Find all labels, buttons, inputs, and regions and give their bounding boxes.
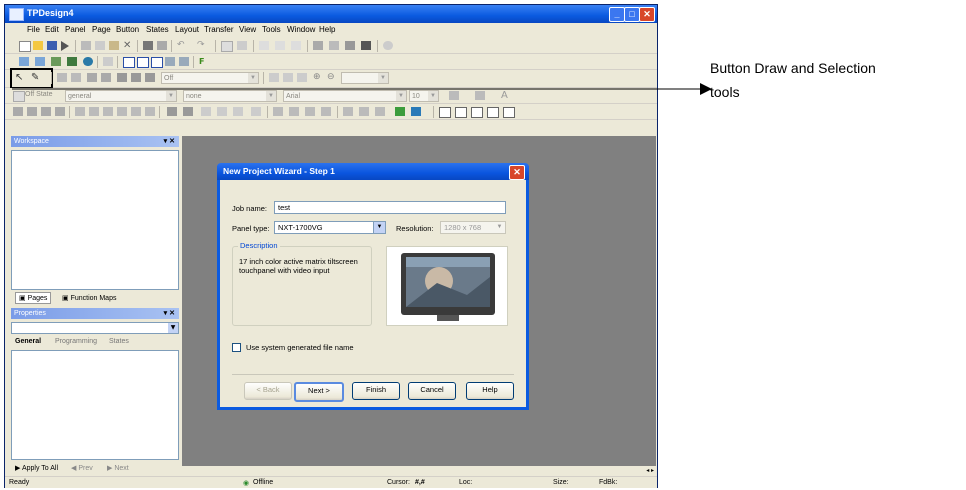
callout-line-1: Button Draw and Selection xyxy=(710,60,876,76)
callout-text: Button Draw and Selection tools xyxy=(710,56,876,104)
callout-line-2: tools xyxy=(710,84,740,100)
